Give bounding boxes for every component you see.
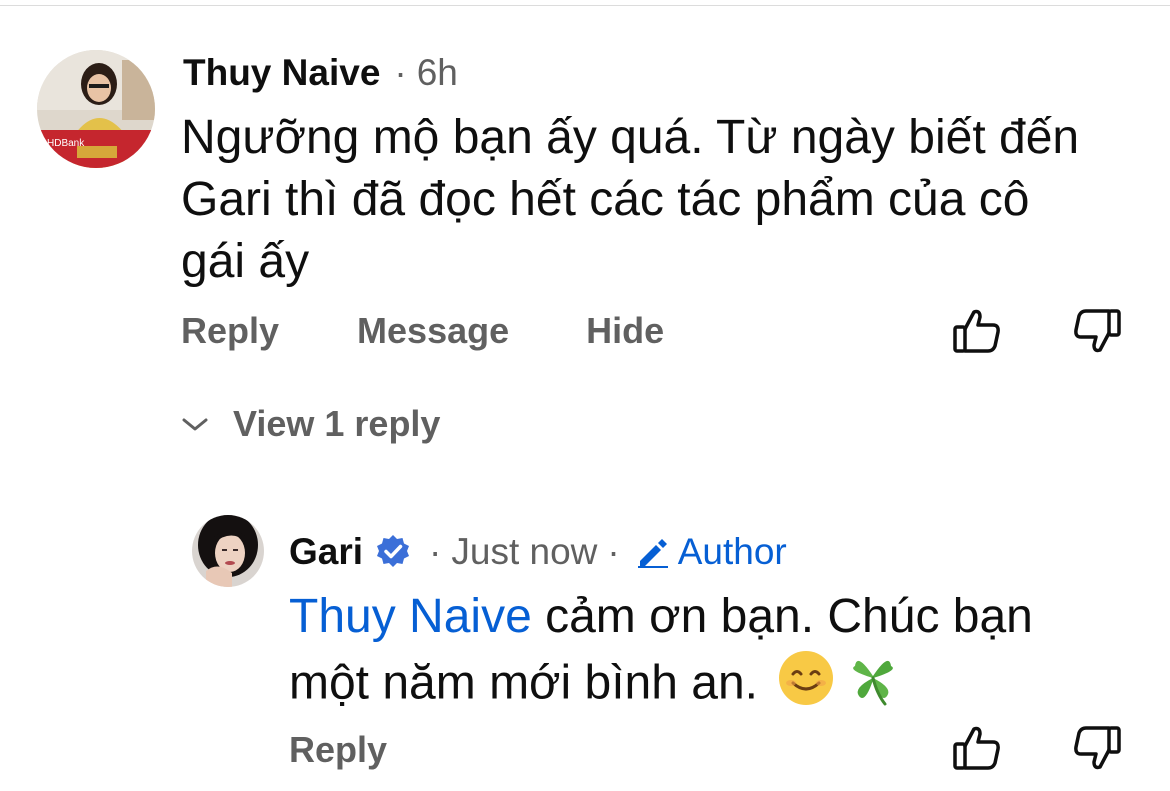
reply-header: Gari · Just now · Author — [289, 528, 787, 573]
reply-button[interactable]: Reply — [181, 310, 279, 352]
top-divider — [0, 5, 1170, 6]
separator-dot: · — [429, 531, 442, 572]
reply-text-line: Thuy Naive cảm ơn bạn. Chúc bạn — [289, 586, 1033, 648]
comment-author[interactable]: Thuy Naive — [183, 52, 380, 94]
reply-avatar[interactable] — [192, 515, 264, 587]
verified-badge — [375, 533, 411, 569]
like-button[interactable] — [952, 724, 1002, 772]
thumbs-down-icon — [1074, 309, 1121, 353]
reply-time: Just now — [451, 531, 598, 572]
thumbs-up-icon — [953, 726, 1000, 770]
comment-text-line: Gari thì đã đọc hết các tác phẩm của cô — [181, 173, 1030, 226]
reply-button[interactable]: Reply — [289, 729, 387, 771]
verified-check-icon — [377, 535, 410, 567]
reply-text-line: một năm mới bình an. — [289, 648, 1033, 724]
reply-text-segment: một năm mới bình an. — [289, 656, 772, 710]
comment-time: 6h — [416, 52, 458, 93]
thumbs-up-icon — [953, 309, 1000, 353]
reply-text-segment: cảm ơn bạn. Chúc bạn — [531, 590, 1033, 643]
view-replies-label: View 1 reply — [233, 403, 441, 444]
pencil-icon — [637, 539, 668, 568]
author-badge: Author — [636, 530, 787, 573]
hide-button[interactable]: Hide — [586, 310, 664, 352]
reply-actions: Reply — [289, 729, 387, 771]
comment-header: Thuy Naive · 6h — [183, 52, 458, 94]
four-leaf-clover-emoji — [843, 648, 903, 724]
dislike-button[interactable] — [1072, 307, 1122, 355]
view-replies-button[interactable]: View 1 reply — [180, 403, 440, 445]
comment-actions: Reply Message Hide — [181, 310, 664, 352]
chevron-down-icon — [182, 418, 208, 431]
message-button[interactable]: Message — [357, 310, 509, 352]
separator-dot: · — [607, 531, 620, 572]
comment-text: Ngưỡng mộ bạn ấy quá. Từ ngày biết đến G… — [181, 107, 1079, 293]
comment-text-line: gái ấy — [181, 235, 310, 288]
separator-dot: · — [394, 52, 407, 93]
dislike-button[interactable] — [1072, 724, 1122, 772]
thumbs-down-icon — [1074, 726, 1121, 770]
like-button[interactable] — [952, 307, 1002, 355]
smiling-face-emoji — [777, 649, 835, 723]
mention-link[interactable]: Thuy Naive — [289, 590, 532, 643]
avatar-badge-text: HDBank — [47, 138, 85, 149]
comment-text-line: Ngưỡng mộ bạn ấy quá. Từ ngày biết đến — [181, 111, 1080, 164]
reply-author[interactable]: Gari — [289, 531, 363, 573]
reply-text: Thuy Naive cảm ơn bạn. Chúc bạn một năm … — [289, 586, 1033, 724]
avatar[interactable]: HDBank — [37, 50, 155, 168]
author-badge-label: Author — [677, 531, 787, 572]
